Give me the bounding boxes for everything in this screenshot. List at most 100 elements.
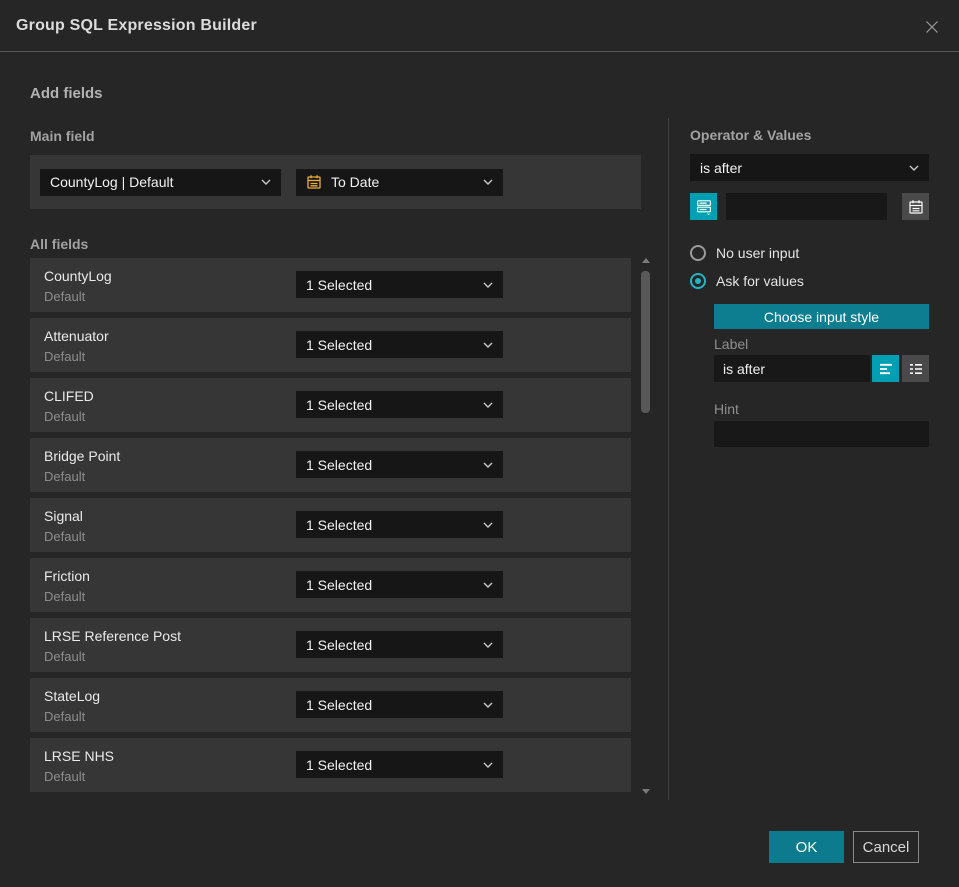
- calendar-icon: [908, 199, 923, 214]
- field-subtitle: Default: [44, 769, 86, 784]
- field-selected-dropdown[interactable]: 1 Selected: [296, 571, 503, 598]
- calendar-icon: [306, 174, 322, 190]
- chevron-down-icon: [483, 402, 493, 408]
- operator-dropdown-value: is after: [700, 159, 743, 176]
- field-name: CountyLog: [44, 268, 112, 284]
- chevron-down-icon: [483, 282, 493, 288]
- field-name: LRSE Reference Post: [44, 628, 181, 644]
- main-date-dropdown[interactable]: To Date: [296, 168, 503, 196]
- chevron-down-icon: [483, 642, 493, 648]
- field-row: CLIFED Default 1 Selected: [30, 378, 631, 432]
- operator-values-panel: is after No user input Ask for values Ch…: [690, 154, 929, 447]
- field-selected-dropdown[interactable]: 1 Selected: [296, 631, 503, 658]
- scrollbar-thumb[interactable]: [641, 271, 650, 413]
- field-selected-value: 1 Selected: [306, 516, 373, 533]
- radio-circle-icon: [690, 245, 706, 261]
- field-subtitle: Default: [44, 649, 86, 664]
- all-fields-heading: All fields: [30, 236, 89, 252]
- field-subtitle: Default: [44, 469, 86, 484]
- field-row: Attenuator Default 1 Selected: [30, 318, 631, 372]
- ok-button[interactable]: OK: [769, 831, 844, 863]
- column-divider: [668, 118, 669, 800]
- chevron-down-icon: [483, 342, 493, 348]
- field-name: CLIFED: [44, 388, 94, 404]
- bullet-list-icon: [909, 363, 922, 374]
- cancel-button[interactable]: Cancel: [853, 831, 919, 863]
- chevron-down-icon: [909, 165, 919, 171]
- field-selected-value: 1 Selected: [306, 756, 373, 773]
- field-selected-value: 1 Selected: [306, 396, 373, 413]
- radio-circle-icon: [690, 273, 706, 289]
- ask-for-values-radio[interactable]: Ask for values: [690, 273, 804, 289]
- field-name: Bridge Point: [44, 448, 121, 464]
- field-subtitle: Default: [44, 289, 86, 304]
- field-name: Signal: [44, 508, 83, 524]
- field-row: CountyLog Default 1 Selected: [30, 258, 631, 312]
- scrollbar-down-arrow-icon[interactable]: [642, 789, 650, 794]
- field-selected-dropdown[interactable]: 1 Selected: [296, 511, 503, 538]
- hint-caption: Hint: [714, 401, 739, 417]
- chevron-down-icon: [483, 179, 493, 185]
- label-input-row: [714, 355, 929, 382]
- field-selected-dropdown[interactable]: 1 Selected: [296, 271, 503, 298]
- value-input-row: [690, 193, 929, 220]
- dialog-title: Group SQL Expression Builder: [16, 17, 257, 34]
- field-subtitle: Default: [44, 409, 86, 424]
- chevron-down-icon: [483, 762, 493, 768]
- field-row: Bridge Point Default 1 Selected: [30, 438, 631, 492]
- operator-values-heading: Operator & Values: [690, 127, 812, 143]
- field-name: StateLog: [44, 688, 101, 704]
- stacked-inputs-icon: [696, 199, 711, 215]
- close-icon[interactable]: [923, 18, 941, 36]
- chevron-down-icon: [483, 702, 493, 708]
- field-subtitle: Default: [44, 709, 86, 724]
- field-selected-dropdown[interactable]: 1 Selected: [296, 691, 503, 718]
- align-left-icon: [879, 363, 892, 374]
- no-user-input-radio[interactable]: No user input: [690, 245, 799, 261]
- field-name: LRSE NHS: [44, 748, 115, 764]
- field-name: Attenuator: [44, 328, 109, 344]
- dialog-title-bar: Group SQL Expression Builder: [0, 0, 959, 52]
- value-date-picker-button[interactable]: [902, 193, 929, 220]
- operator-dropdown[interactable]: is after: [690, 154, 929, 181]
- main-field-heading: Main field: [30, 128, 95, 144]
- field-row: LRSE NHS Default 1 Selected: [30, 738, 631, 792]
- chevron-down-icon: [483, 582, 493, 588]
- single-value-style-button[interactable]: [872, 355, 899, 382]
- value-source-button[interactable]: [690, 193, 717, 220]
- all-fields-list: CountyLog Default 1 Selected Attenuator …: [30, 258, 631, 798]
- value-input[interactable]: [726, 193, 887, 220]
- chevron-down-icon: [483, 522, 493, 528]
- field-name: Friction: [44, 568, 90, 584]
- scrollbar-up-arrow-icon[interactable]: [642, 258, 650, 263]
- add-fields-heading: Add fields: [30, 85, 103, 102]
- field-subtitle: Default: [44, 529, 86, 544]
- choose-input-style-button[interactable]: Choose input style: [714, 304, 929, 329]
- main-field-panel: CountyLog | Default To Date: [30, 155, 641, 209]
- field-subtitle: Default: [44, 349, 86, 364]
- label-caption: Label: [714, 336, 749, 352]
- field-row: StateLog Default 1 Selected: [30, 678, 631, 732]
- ask-for-values-label: Ask for values: [716, 273, 804, 289]
- main-field-dropdown-value: CountyLog | Default: [50, 174, 174, 190]
- field-row: Signal Default 1 Selected: [30, 498, 631, 552]
- no-user-input-label: No user input: [716, 245, 800, 261]
- label-input[interactable]: [714, 355, 870, 382]
- field-row: Friction Default 1 Selected: [30, 558, 631, 612]
- field-selected-dropdown[interactable]: 1 Selected: [296, 331, 503, 358]
- field-selected-dropdown[interactable]: 1 Selected: [296, 451, 503, 478]
- chevron-down-icon: [261, 179, 271, 185]
- field-selected-value: 1 Selected: [306, 336, 373, 353]
- field-selected-dropdown[interactable]: 1 Selected: [296, 391, 503, 418]
- field-selected-value: 1 Selected: [306, 276, 373, 293]
- main-field-dropdown[interactable]: CountyLog | Default: [40, 168, 281, 196]
- field-row: LRSE Reference Post Default 1 Selected: [30, 618, 631, 672]
- hint-input[interactable]: [714, 421, 929, 447]
- field-list-scrollbar: [640, 256, 652, 796]
- field-selected-value: 1 Selected: [306, 696, 373, 713]
- chevron-down-icon: [483, 462, 493, 468]
- field-selected-value: 1 Selected: [306, 456, 373, 473]
- field-selected-value: 1 Selected: [306, 636, 373, 653]
- list-style-button[interactable]: [902, 355, 929, 382]
- field-selected-dropdown[interactable]: 1 Selected: [296, 751, 503, 778]
